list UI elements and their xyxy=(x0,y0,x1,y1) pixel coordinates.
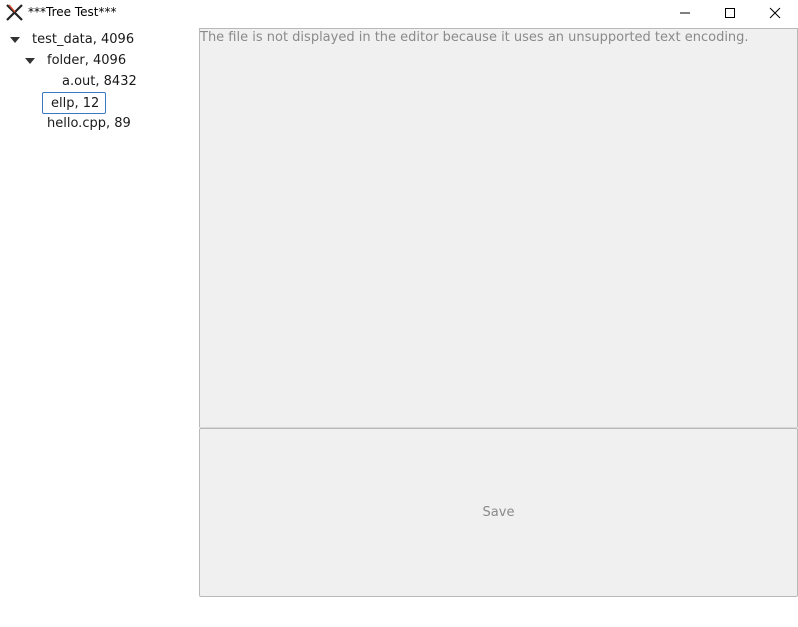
file-tree[interactable]: test_data, 4096 folder, 4096 a.out, 8432… xyxy=(0,28,196,627)
tree-item-a-out[interactable]: a.out, 8432 xyxy=(62,72,137,92)
tree-item-label: a.out, 8432 xyxy=(62,74,137,89)
tree-item-rename-editor[interactable] xyxy=(42,92,109,114)
expand-arrow-icon[interactable] xyxy=(25,58,35,64)
rename-input[interactable] xyxy=(43,93,109,113)
window-title: ***Tree Test*** xyxy=(28,5,117,19)
unsupported-encoding-message: The file is not displayed in the editor … xyxy=(200,30,749,45)
maximize-button[interactable] xyxy=(707,0,753,26)
tree-item-label: hello.cpp, 89 xyxy=(47,116,131,131)
close-button[interactable] xyxy=(752,0,798,26)
close-icon xyxy=(769,7,781,19)
tree-item-hello-cpp[interactable]: hello.cpp, 89 xyxy=(47,114,131,134)
text-editor[interactable]: The file is not displayed in the editor … xyxy=(199,28,798,428)
expand-arrow-icon[interactable] xyxy=(10,37,20,43)
title-bar[interactable]: ***Tree Test*** xyxy=(0,0,798,26)
minimize-icon xyxy=(680,12,690,14)
maximize-icon xyxy=(725,8,735,18)
x-logo-icon xyxy=(6,4,23,21)
save-button[interactable]: Save xyxy=(199,428,798,597)
tree-item-label: test_data, 4096 xyxy=(32,32,135,47)
minimize-button[interactable] xyxy=(662,0,708,26)
tree-item-label: folder, 4096 xyxy=(47,53,127,68)
